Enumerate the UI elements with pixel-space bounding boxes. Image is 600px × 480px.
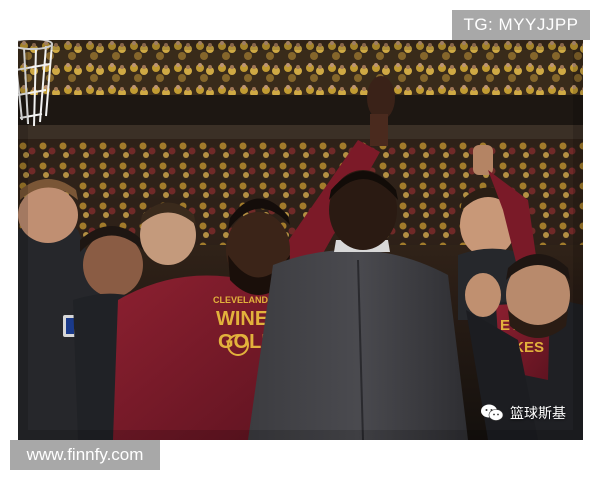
- watermark-telegram: TG: MYYJJPP: [452, 10, 590, 40]
- watermark-site-url: www.finnfy.com: [10, 440, 160, 470]
- shirt-line2: WINE: [216, 308, 268, 330]
- wechat-account-name: 篮球斯基: [510, 406, 566, 422]
- huddle-photo: CLEVELAND WINE GOLD EVER FKES: [18, 40, 583, 440]
- wechat-icon: [481, 404, 504, 421]
- wechat-watermark: 篮球斯基: [480, 402, 566, 424]
- shirt-line1: CLEVELAND: [213, 295, 269, 305]
- page: CLEVELAND WINE GOLD EVER FKES: [0, 0, 600, 480]
